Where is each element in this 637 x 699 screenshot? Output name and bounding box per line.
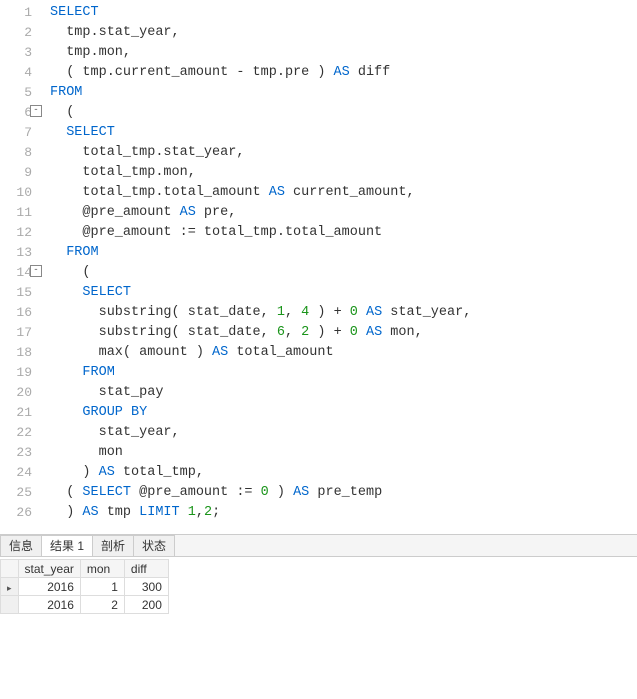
code-line[interactable]: total_tmp.total_amount AS current_amount… xyxy=(50,183,637,203)
code-line[interactable]: SELECT xyxy=(50,283,637,303)
gutter-line: 15 xyxy=(0,283,32,303)
gutter-line: 1 xyxy=(0,3,32,23)
sql-editor[interactable]: 123456-7891011121314-1516171819202122232… xyxy=(0,0,637,526)
code-line[interactable]: @pre_amount AS pre, xyxy=(50,203,637,223)
gutter-line: 20 xyxy=(0,383,32,403)
editor-code[interactable]: SELECT tmp.stat_year, tmp.mon, ( tmp.cur… xyxy=(38,0,637,526)
row-handle[interactable] xyxy=(1,578,19,596)
table-row[interactable]: 20162200 xyxy=(1,596,169,614)
fold-icon[interactable]: - xyxy=(30,265,42,277)
code-line[interactable]: tmp.mon, xyxy=(50,43,637,63)
gutter-line: 6- xyxy=(0,103,32,123)
row-handle[interactable] xyxy=(1,596,19,614)
table-row[interactable]: 20161300 xyxy=(1,578,169,596)
gutter-line: 22 xyxy=(0,423,32,443)
gutter-line: 23 xyxy=(0,443,32,463)
cell[interactable]: 2016 xyxy=(18,596,80,614)
code-line[interactable]: FROM xyxy=(50,83,637,103)
cell[interactable]: 1 xyxy=(80,578,124,596)
code-line[interactable]: total_tmp.stat_year, xyxy=(50,143,637,163)
cell[interactable]: 300 xyxy=(124,578,168,596)
fold-icon[interactable]: - xyxy=(30,105,42,117)
code-line[interactable]: ( xyxy=(50,263,637,283)
cell[interactable]: 2 xyxy=(80,596,124,614)
gutter-line: 3 xyxy=(0,43,32,63)
gutter-line: 7 xyxy=(0,123,32,143)
gutter-line: 25 xyxy=(0,483,32,503)
gutter-line: 17 xyxy=(0,323,32,343)
code-line[interactable]: stat_pay xyxy=(50,383,637,403)
results-panel: 信息结果 1剖析状态 stat_yearmondiff2016130020162… xyxy=(0,534,637,614)
code-line[interactable]: ( tmp.current_amount - tmp.pre ) AS diff xyxy=(50,63,637,83)
gutter-line: 4 xyxy=(0,63,32,83)
editor-gutter: 123456-7891011121314-1516171819202122232… xyxy=(0,0,38,526)
code-line[interactable]: ) AS total_tmp, xyxy=(50,463,637,483)
code-line[interactable]: FROM xyxy=(50,243,637,263)
gutter-line: 16 xyxy=(0,303,32,323)
gutter-line: 12 xyxy=(0,223,32,243)
results-tabs: 信息结果 1剖析状态 xyxy=(0,535,637,557)
gutter-line: 14- xyxy=(0,263,32,283)
code-line[interactable]: stat_year, xyxy=(50,423,637,443)
column-header[interactable]: mon xyxy=(80,560,124,578)
gutter-line: 11 xyxy=(0,203,32,223)
column-header[interactable]: diff xyxy=(124,560,168,578)
gutter-line: 24 xyxy=(0,463,32,483)
code-line[interactable]: total_tmp.mon, xyxy=(50,163,637,183)
gutter-line: 13 xyxy=(0,243,32,263)
code-line[interactable]: SELECT xyxy=(50,3,637,23)
gutter-line: 5 xyxy=(0,83,32,103)
code-line[interactable]: tmp.stat_year, xyxy=(50,23,637,43)
gutter-line: 18 xyxy=(0,343,32,363)
code-line[interactable]: substring( stat_date, 6, 2 ) + 0 AS mon, xyxy=(50,323,637,343)
gutter-line: 2 xyxy=(0,23,32,43)
tab-结果 1[interactable]: 结果 1 xyxy=(41,535,93,556)
code-line[interactable]: mon xyxy=(50,443,637,463)
code-line[interactable]: ) AS tmp LIMIT 1,2; xyxy=(50,503,637,523)
tab-状态[interactable]: 状态 xyxy=(133,535,175,556)
code-line[interactable]: SELECT xyxy=(50,123,637,143)
results-grid[interactable]: stat_yearmondiff2016130020162200 xyxy=(0,559,169,614)
code-line[interactable]: FROM xyxy=(50,363,637,383)
cell[interactable]: 2016 xyxy=(18,578,80,596)
cell[interactable]: 200 xyxy=(124,596,168,614)
gutter-line: 8 xyxy=(0,143,32,163)
column-header[interactable]: stat_year xyxy=(18,560,80,578)
gutter-line: 10 xyxy=(0,183,32,203)
code-line[interactable]: ( xyxy=(50,103,637,123)
gutter-line: 9 xyxy=(0,163,32,183)
code-line[interactable]: GROUP BY xyxy=(50,403,637,423)
gutter-line: 26 xyxy=(0,503,32,523)
row-handle-header xyxy=(1,560,19,578)
gutter-line: 21 xyxy=(0,403,32,423)
code-line[interactable]: max( amount ) AS total_amount xyxy=(50,343,637,363)
code-line[interactable]: ( SELECT @pre_amount := 0 ) AS pre_temp xyxy=(50,483,637,503)
code-line[interactable]: substring( stat_date, 1, 4 ) + 0 AS stat… xyxy=(50,303,637,323)
code-line[interactable]: @pre_amount := total_tmp.total_amount xyxy=(50,223,637,243)
tab-剖析[interactable]: 剖析 xyxy=(92,535,134,556)
gutter-line: 19 xyxy=(0,363,32,383)
tab-信息[interactable]: 信息 xyxy=(0,535,42,556)
